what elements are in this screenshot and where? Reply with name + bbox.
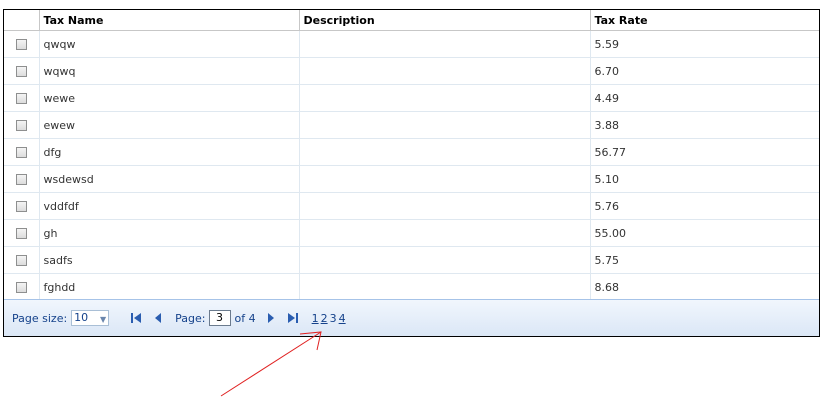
page-size-select[interactable]: 10 ▼: [71, 310, 110, 326]
header-tax-name[interactable]: Tax Name: [38, 10, 299, 31]
row-checkbox[interactable]: [15, 201, 27, 212]
table-row[interactable]: sadfs 5.75: [4, 246, 819, 274]
table-row[interactable]: ewew 3.88: [4, 111, 819, 139]
chevron-down-icon: ▼: [100, 315, 107, 324]
table-row[interactable]: vddfdf 5.76: [4, 192, 819, 220]
tax-name-cell: qwqw: [38, 30, 299, 58]
tax-name-cell: wsdewsd: [38, 165, 299, 193]
row-select-cell: [4, 165, 39, 193]
tax-name-cell: sadfs: [38, 246, 299, 274]
description-cell: [298, 219, 590, 247]
page-links: 1234: [312, 312, 346, 325]
description-cell: [298, 57, 590, 85]
tax-rate-cell: 5.59: [589, 30, 819, 58]
tax-rate-cell: 55.00: [589, 219, 819, 247]
row-checkbox[interactable]: [15, 120, 27, 131]
description-cell: [298, 192, 590, 220]
tax-rate-cell: 3.88: [589, 111, 819, 139]
current-page-input[interactable]: 3: [208, 310, 231, 326]
prev-page-icon: [155, 313, 162, 323]
table-row[interactable]: dfg 56.77: [4, 138, 819, 166]
table-row[interactable]: wewe 4.49: [4, 84, 819, 112]
description-cell: [298, 30, 590, 58]
row-checkbox[interactable]: [15, 228, 27, 239]
row-checkbox[interactable]: [15, 282, 27, 293]
row-select-cell: [4, 111, 39, 139]
row-checkbox[interactable]: [15, 93, 27, 104]
table-row[interactable]: qwqw 5.59: [4, 30, 819, 58]
tax-grid: Tax Name Description Tax Rate qwqw 5.59 wq…: [3, 9, 820, 337]
table-row[interactable]: wqwq 6.70: [4, 57, 819, 85]
row-checkbox[interactable]: [15, 174, 27, 185]
row-select-cell: [4, 138, 39, 166]
row-select-cell: [4, 84, 39, 112]
page-link-2[interactable]: 2: [321, 312, 328, 325]
tax-name-cell: fghdd: [38, 273, 299, 300]
row-select-cell: [4, 273, 39, 300]
row-select-cell: [4, 246, 39, 274]
first-page-button[interactable]: [129, 311, 143, 325]
description-cell: [298, 138, 590, 166]
row-checkbox[interactable]: [15, 39, 27, 50]
description-cell: [298, 84, 590, 112]
header-tax-rate[interactable]: Tax Rate: [589, 10, 819, 31]
row-checkbox[interactable]: [15, 255, 27, 266]
header-row: Tax Name Description Tax Rate: [4, 10, 819, 31]
description-cell: [298, 111, 590, 139]
pager: Page size: 10 ▼ Page: 3 of 4 1 2 3 4: [4, 299, 819, 336]
last-page-icon: [287, 313, 298, 323]
prev-page-button[interactable]: [151, 311, 165, 325]
last-page-button[interactable]: [286, 311, 300, 325]
tax-rate-cell: 5.76: [589, 192, 819, 220]
tax-name-cell: wqwq: [38, 57, 299, 85]
table-row[interactable]: gh 55.00: [4, 219, 819, 247]
tax-rate-cell: 56.77: [589, 138, 819, 166]
next-page-icon: [267, 313, 274, 323]
row-checkbox[interactable]: [15, 147, 27, 158]
row-select-cell: [4, 57, 39, 85]
tax-rate-cell: 5.75: [589, 246, 819, 274]
tax-rate-cell: 8.68: [589, 273, 819, 300]
row-checkbox[interactable]: [15, 66, 27, 77]
page-size-label: Page size:: [12, 311, 68, 325]
tax-name-cell: dfg: [38, 138, 299, 166]
header-select: [4, 10, 39, 31]
first-page-icon: [131, 313, 142, 323]
row-select-cell: [4, 219, 39, 247]
row-select-cell: [4, 192, 39, 220]
table-row[interactable]: wsdewsd 5.10: [4, 165, 819, 193]
page-link-3[interactable]: 3: [330, 312, 337, 325]
page-label: Page:: [175, 311, 206, 325]
tax-name-cell: vddfdf: [38, 192, 299, 220]
description-cell: [298, 273, 590, 300]
next-page-button[interactable]: [264, 311, 278, 325]
page-count: of 4: [234, 311, 256, 325]
tax-name-cell: wewe: [38, 84, 299, 112]
description-cell: [298, 165, 590, 193]
tax-name-cell: gh: [38, 219, 299, 247]
table-row[interactable]: fghdd 8.68: [4, 273, 819, 300]
tax-rate-cell: 6.70: [589, 57, 819, 85]
tax-rate-cell: 5.10: [589, 165, 819, 193]
tax-table: Tax Name Description Tax Rate qwqw 5.59 wq…: [4, 10, 819, 300]
row-select-cell: [4, 31, 39, 58]
page-size-value: 10: [74, 311, 89, 324]
tax-rate-cell: 4.49: [589, 84, 819, 112]
description-cell: [298, 246, 590, 274]
page-link-4[interactable]: 4: [339, 312, 346, 325]
tax-name-cell: ewew: [38, 111, 299, 139]
header-description[interactable]: Description: [298, 10, 590, 31]
page-link-1[interactable]: 1: [312, 312, 319, 325]
